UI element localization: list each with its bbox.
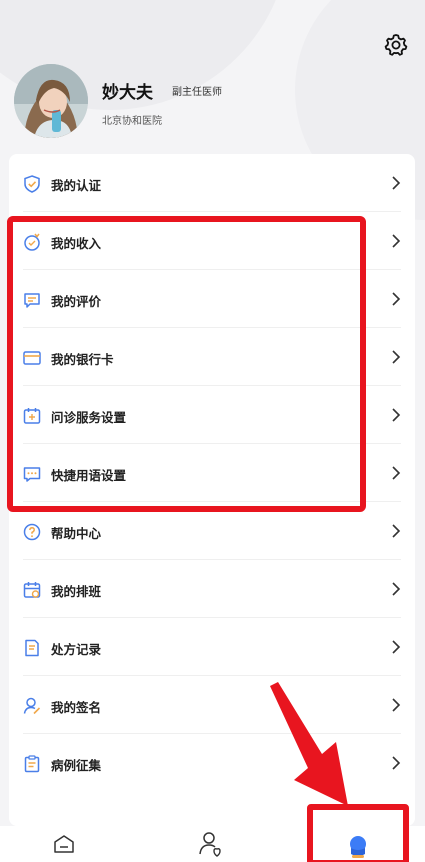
chevron-right-icon xyxy=(392,640,401,654)
menu-item-label: 帮助中心 xyxy=(51,526,102,541)
chevron-right-icon xyxy=(392,466,401,480)
chevron-right-icon xyxy=(392,350,401,364)
avatar[interactable] xyxy=(14,64,88,138)
profile-header[interactable]: 妙大夫 副主任医师 北京协和医院 xyxy=(14,64,374,144)
avatar-image xyxy=(14,64,88,138)
settings-button[interactable] xyxy=(383,32,409,58)
chevron-right-icon xyxy=(392,408,401,422)
comment-icon xyxy=(24,293,40,308)
menu-item-label: 快捷用语设置 xyxy=(51,468,127,483)
tab-home[interactable] xyxy=(44,830,84,860)
schedule-icon xyxy=(23,582,41,598)
menu-item-quick-phrases[interactable]: 快捷用语设置 xyxy=(9,444,415,502)
menu-item-label: 我的收入 xyxy=(51,236,102,251)
menu-item-bank-card[interactable]: 我的银行卡 xyxy=(9,328,415,386)
menu-item-consultation-settings[interactable]: 问诊服务设置 xyxy=(9,386,415,444)
menu-item-label: 处方记录 xyxy=(51,642,102,657)
menu-item-label: 我的评价 xyxy=(51,294,102,309)
doctor-name: 妙大夫 xyxy=(102,83,153,103)
menu-item-signature[interactable]: 我的签名 xyxy=(9,676,415,734)
chevron-right-icon xyxy=(392,698,401,712)
chevron-right-icon xyxy=(392,234,401,248)
patients-icon xyxy=(199,832,221,857)
menu-item-income[interactable]: 我的收入 xyxy=(9,212,415,270)
menu-item-label: 我的银行卡 xyxy=(51,352,114,367)
menu-card: 我的认证 我的收入 我的评价 我的银行卡 问诊服务设置 快捷用语设置 帮助中心 … xyxy=(9,154,415,826)
menu-item-label: 我的签名 xyxy=(51,700,102,715)
profile-icon xyxy=(350,836,366,858)
clipboard-icon xyxy=(24,755,40,773)
help-icon xyxy=(23,523,41,541)
menu-item-label: 问诊服务设置 xyxy=(51,410,127,425)
doctor-title: 副主任医师 xyxy=(172,87,222,98)
chat-dots-icon xyxy=(23,467,41,482)
menu-item-help-center[interactable]: 帮助中心 xyxy=(9,502,415,560)
income-icon xyxy=(24,233,40,251)
menu-item-reviews[interactable]: 我的评价 xyxy=(9,270,415,328)
bank-card-icon xyxy=(23,351,41,365)
menu-item-prescriptions[interactable]: 处方记录 xyxy=(9,618,415,676)
chevron-right-icon xyxy=(392,176,401,190)
tab-patients[interactable] xyxy=(192,830,232,860)
signature-icon xyxy=(23,697,41,715)
chevron-right-icon xyxy=(392,524,401,538)
calendar-plus-icon xyxy=(23,408,41,424)
shield-check-icon xyxy=(24,175,40,193)
bottom-tab-bar xyxy=(0,826,425,862)
prescription-icon xyxy=(25,639,39,657)
tab-profile[interactable] xyxy=(338,830,378,860)
chevron-right-icon xyxy=(392,756,401,770)
home-icon xyxy=(54,835,74,853)
gear-icon xyxy=(384,34,408,56)
hospital-name: 北京协和医院 xyxy=(102,116,162,127)
menu-item-label: 我的排班 xyxy=(51,584,102,599)
profile-page: 妙大夫 副主任医师 北京协和医院 我的认证 我的收入 我的评价 我的银行卡 问诊… xyxy=(0,0,425,862)
chevron-right-icon xyxy=(392,582,401,596)
menu-item-schedule[interactable]: 我的排班 xyxy=(9,560,415,618)
menu-item-label: 我的认证 xyxy=(51,178,102,193)
chevron-right-icon xyxy=(392,292,401,306)
menu-item-certification[interactable]: 我的认证 xyxy=(9,154,415,212)
menu-item-case-collection[interactable]: 病例征集 xyxy=(9,734,415,792)
menu-item-label: 病例征集 xyxy=(51,758,102,773)
